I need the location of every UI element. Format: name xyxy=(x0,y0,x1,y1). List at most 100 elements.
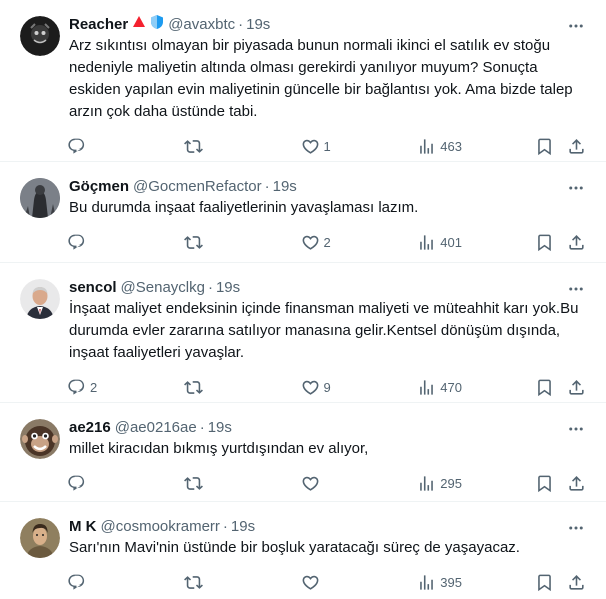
more-options-button[interactable] xyxy=(566,518,586,538)
display-name[interactable]: M K xyxy=(69,518,97,535)
view-count: 295 xyxy=(440,475,462,491)
like-button[interactable] xyxy=(301,573,361,592)
separator-dot: · xyxy=(238,15,244,33)
like-button[interactable] xyxy=(301,474,361,493)
bookmark-icon xyxy=(537,138,551,155)
display-name[interactable]: Göçmen xyxy=(69,178,129,195)
reply-button[interactable] xyxy=(67,573,127,592)
display-name[interactable]: Reacher xyxy=(69,16,128,33)
retweet-icon xyxy=(183,380,203,394)
retweet-button[interactable] xyxy=(183,137,244,156)
retweet-button[interactable] xyxy=(183,233,244,252)
reply-icon xyxy=(68,574,85,590)
retweet-button[interactable] xyxy=(183,573,244,592)
like-button[interactable]: 1 xyxy=(301,137,361,156)
views-button[interactable]: 395 xyxy=(417,573,477,592)
share-button[interactable] xyxy=(566,572,586,592)
view-count: 463 xyxy=(440,138,462,154)
tweet-text: Bu durumda inşaat faaliyetlerinin yavaşl… xyxy=(69,199,419,216)
separator-dot: · xyxy=(199,418,205,436)
views-button[interactable]: 295 xyxy=(417,474,477,493)
bookmark-icon xyxy=(537,234,551,251)
retweet-button[interactable] xyxy=(183,378,244,397)
bookmark-button[interactable] xyxy=(534,377,554,397)
views-button[interactable]: 463 xyxy=(417,137,477,156)
username[interactable]: @cosmookramerr xyxy=(101,518,220,535)
share-button[interactable] xyxy=(566,232,586,252)
tweet-text: millet kiracıdan bıkmış yurtdışından ev … xyxy=(69,440,369,457)
views-button[interactable]: 470 xyxy=(417,378,477,397)
like-button[interactable]: 9 xyxy=(301,378,361,397)
like-count: 9 xyxy=(323,379,331,395)
views-icon xyxy=(420,574,434,590)
username[interactable]: @Senayclkg xyxy=(121,279,205,296)
tweet-text: Arz sıkıntısı olmayan bir piyasada bunun… xyxy=(69,37,577,120)
bookmark-button[interactable] xyxy=(534,572,554,592)
heart-icon xyxy=(302,139,318,154)
avatar[interactable] xyxy=(20,419,60,459)
share-icon xyxy=(568,475,584,491)
tweet[interactable]: M K @cosmookramerr · 19s Sarı'nın Mavi'n… xyxy=(0,502,606,591)
more-options-button[interactable] xyxy=(566,16,586,36)
retweet-icon xyxy=(183,139,203,153)
bookmark-button[interactable] xyxy=(534,473,554,493)
tweet[interactable]: ae216 @ae0216ae · 19s millet kiracıdan b… xyxy=(0,403,606,502)
tweet[interactable]: sencol @Senayclkg · 19s İnşaat maliyet e… xyxy=(0,263,606,403)
more-options-button[interactable] xyxy=(566,419,586,439)
share-button[interactable] xyxy=(566,473,586,493)
action-bar: 2 9 470 xyxy=(67,370,586,404)
more-options-button[interactable] xyxy=(566,178,586,198)
reply-button[interactable] xyxy=(67,233,127,252)
action-bar: 295 xyxy=(67,466,586,500)
username[interactable]: @ae0216ae xyxy=(115,419,197,436)
bookmark-icon xyxy=(537,574,551,591)
avatar[interactable] xyxy=(20,279,60,319)
reply-icon xyxy=(68,379,85,395)
share-button[interactable] xyxy=(566,136,586,156)
timestamp[interactable]: 19s xyxy=(246,16,270,33)
more-options-button[interactable] xyxy=(566,279,586,299)
red-triangle-icon xyxy=(132,15,146,33)
views-icon xyxy=(420,379,434,395)
reply-icon xyxy=(68,234,85,250)
views-button[interactable]: 401 xyxy=(417,233,477,252)
views-icon xyxy=(420,234,434,250)
tweet[interactable]: Reacher @avaxbtc · 19s Arz sıkıntısı olm… xyxy=(0,0,606,162)
bookmark-button[interactable] xyxy=(534,232,554,252)
view-count: 470 xyxy=(440,379,462,395)
avatar[interactable] xyxy=(20,178,60,218)
tweet[interactable]: Göçmen @GocmenRefactor · 19s Bu durumda … xyxy=(0,162,606,263)
reply-count: 2 xyxy=(90,379,98,395)
share-icon xyxy=(568,379,584,395)
retweet-button[interactable] xyxy=(183,474,244,493)
bookmark-icon xyxy=(537,475,551,492)
timestamp[interactable]: 19s xyxy=(273,178,297,195)
reply-button[interactable] xyxy=(67,474,127,493)
share-button[interactable] xyxy=(566,377,586,397)
reply-button[interactable] xyxy=(67,137,127,156)
username[interactable]: @GocmenRefactor xyxy=(133,178,262,195)
retweet-icon xyxy=(183,476,203,490)
more-icon xyxy=(569,427,583,431)
share-icon xyxy=(568,574,584,590)
like-button[interactable]: 2 xyxy=(301,233,361,252)
timestamp[interactable]: 19s xyxy=(231,518,255,535)
display-name[interactable]: sencol xyxy=(69,279,117,296)
heart-icon xyxy=(302,575,318,590)
avatar[interactable] xyxy=(20,16,60,56)
timestamp[interactable]: 19s xyxy=(208,419,232,436)
view-count: 395 xyxy=(440,574,462,590)
shield-icon xyxy=(150,14,164,34)
bookmark-button[interactable] xyxy=(534,136,554,156)
reply-icon xyxy=(68,138,85,154)
username[interactable]: @avaxbtc xyxy=(168,16,235,33)
views-icon xyxy=(420,475,434,491)
retweet-icon xyxy=(183,575,203,589)
reply-button[interactable]: 2 xyxy=(67,378,127,397)
share-icon xyxy=(568,138,584,154)
timestamp[interactable]: 19s xyxy=(216,279,240,296)
bookmark-icon xyxy=(537,379,551,396)
avatar[interactable] xyxy=(20,518,60,558)
action-bar: 1 463 xyxy=(67,129,586,163)
display-name[interactable]: ae216 xyxy=(69,419,111,436)
